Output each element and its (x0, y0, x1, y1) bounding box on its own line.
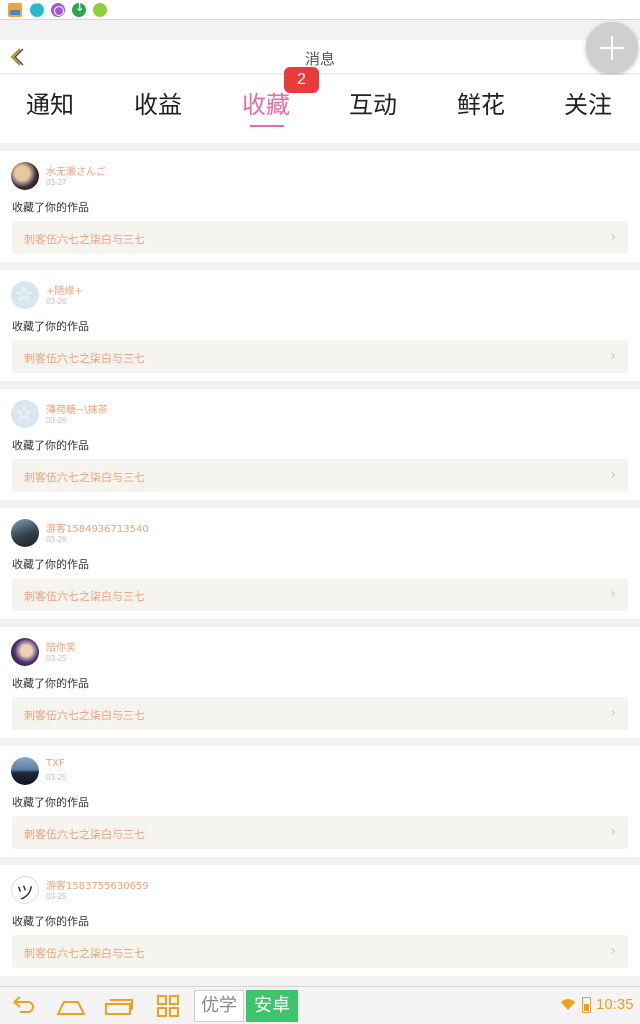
wifi-icon (561, 999, 575, 1010)
avatar[interactable] (11, 519, 39, 547)
page-title: 消息 (304, 50, 335, 68)
notification-card: 陪你笑 03-25 收藏了你的作品 刺客伍六七之柒白与三七 › (0, 627, 640, 738)
nav-back-button[interactable] (8, 992, 38, 1020)
username[interactable]: TXF (46, 758, 65, 769)
nav-back-icon (13, 996, 34, 1013)
action-text: 收藏了你的作品 (12, 320, 89, 333)
notification-card: 薄荷糖~\抹茶 03-26 收藏了你的作品 刺客伍六七之柒白与三七 › (0, 389, 640, 500)
username[interactable]: +随缘+ (46, 282, 83, 297)
android-tag[interactable]: 安卓 (246, 990, 298, 1022)
work-link[interactable]: 刺客伍六七之柒白与三七 › (12, 697, 628, 730)
action-text: 收藏了你的作品 (12, 439, 89, 452)
notification-card: TXF 03-25 收藏了你的作品 刺客伍六七之柒白与三七 › (0, 746, 640, 857)
work-link[interactable]: 刺客伍六七之柒白与三七 › (12, 935, 628, 968)
top-bar: 消息 (0, 40, 640, 74)
chevron-right-icon: › (610, 229, 616, 245)
notification-card: +随缘+ 03-26 收藏了你的作品 刺客伍六七之柒白与三七 › (0, 270, 640, 381)
tab-label: 互动 (349, 91, 397, 119)
grid-icon (157, 995, 179, 1017)
date: 03-27 (46, 178, 67, 187)
add-button[interactable] (586, 22, 638, 74)
chevron-right-icon: › (610, 705, 616, 721)
date: 03-26 (46, 416, 67, 425)
nav-recent-icon (105, 999, 133, 1015)
tab-income[interactable]: 收益 (118, 85, 198, 120)
avatar[interactable] (11, 400, 39, 428)
app-icon (93, 3, 107, 17)
work-title: 刺客伍六七之柒白与三七 (24, 709, 145, 722)
chevron-right-icon: › (610, 586, 616, 602)
date: 03-25 (46, 654, 67, 663)
tab-label: 通知 (26, 91, 74, 119)
tab-notice[interactable]: 通知 (10, 85, 90, 120)
work-title: 刺客伍六七之柒白与三七 (24, 471, 145, 484)
nav-recent-button[interactable] (104, 992, 134, 1020)
notification-card: 游客1583755630659 03-25 收藏了你的作品 刺客伍六七之柒白与三… (0, 865, 640, 976)
tab-bar: 通知 收益 收藏 2 互动 鲜花 关注 (0, 67, 640, 143)
date: 03-25 (46, 892, 67, 901)
username[interactable]: 游客1584936713540 (46, 520, 149, 535)
nav-home-button[interactable] (56, 992, 86, 1020)
action-text: 收藏了你的作品 (12, 558, 89, 571)
work-link[interactable]: 刺客伍六七之柒白与三七 › (12, 340, 628, 373)
date: 03-26 (46, 535, 67, 544)
notification-card: 水无瀬さんご 03-27 收藏了你的作品 刺客伍六七之柒白与三七 › (0, 151, 640, 262)
work-title: 刺客伍六七之柒白与三七 (24, 828, 145, 841)
notification-card: 游客1584936713540 03-26 收藏了你的作品 刺客伍六七之柒白与三… (0, 508, 640, 619)
chevron-right-icon: › (610, 824, 616, 840)
avatar[interactable] (11, 162, 39, 190)
work-title: 刺客伍六七之柒白与三七 (24, 233, 145, 246)
work-link[interactable]: 刺客伍六七之柒白与三七 › (12, 459, 628, 492)
apps-button[interactable] (154, 992, 184, 1020)
work-title: 刺客伍六七之柒白与三七 (24, 352, 145, 365)
action-text: 收藏了你的作品 (12, 796, 89, 809)
action-text: 收藏了你的作品 (12, 677, 89, 690)
avatar[interactable] (11, 638, 39, 666)
avatar[interactable] (11, 876, 39, 904)
atom-icon (51, 3, 65, 17)
username[interactable]: 水无瀬さんご (46, 163, 106, 178)
gallery-icon (8, 3, 22, 17)
tab-label: 收藏 (242, 91, 290, 119)
avatar[interactable] (11, 757, 39, 785)
work-link[interactable]: 刺客伍六七之柒白与三七 › (12, 221, 628, 254)
date: 03-26 (46, 297, 67, 306)
status-bar (0, 0, 640, 20)
username[interactable]: 陪你笑 (46, 639, 76, 654)
chat-icon (30, 0, 44, 17)
active-tab-indicator (250, 125, 284, 127)
chevron-right-icon: › (610, 467, 616, 483)
youxue-tag[interactable]: 优学 (194, 990, 244, 1022)
tab-label: 关注 (564, 91, 612, 119)
tab-follow[interactable]: 关注 (548, 85, 628, 120)
action-text: 收藏了你的作品 (12, 915, 89, 928)
action-text: 收藏了你的作品 (12, 201, 89, 214)
username[interactable]: 游客1583755630659 (46, 877, 149, 892)
clock: 10:35 (596, 996, 634, 1013)
system-nav-bar: 优学 安卓 10:35 (0, 986, 640, 1024)
chevron-right-icon: › (610, 348, 616, 364)
download-icon (72, 1, 86, 17)
tab-flowers[interactable]: 鲜花 (441, 85, 521, 120)
tab-label: 鲜花 (457, 91, 505, 119)
nav-home-icon (56, 1001, 86, 1015)
battery-icon (582, 997, 591, 1013)
tab-interaction[interactable]: 互动 (333, 85, 413, 120)
username[interactable]: 薄荷糖~\抹茶 (46, 401, 108, 416)
tab-label: 收益 (134, 91, 182, 119)
work-title: 刺客伍六七之柒白与三七 (24, 590, 145, 603)
work-link[interactable]: 刺客伍六七之柒白与三七 › (12, 816, 628, 849)
work-title: 刺客伍六七之柒白与三七 (24, 947, 145, 960)
avatar[interactable] (11, 281, 39, 309)
unread-badge: 2 (284, 67, 319, 93)
date: 03-25 (46, 773, 67, 782)
work-link[interactable]: 刺客伍六七之柒白与三七 › (12, 578, 628, 611)
chevron-right-icon: › (610, 943, 616, 959)
